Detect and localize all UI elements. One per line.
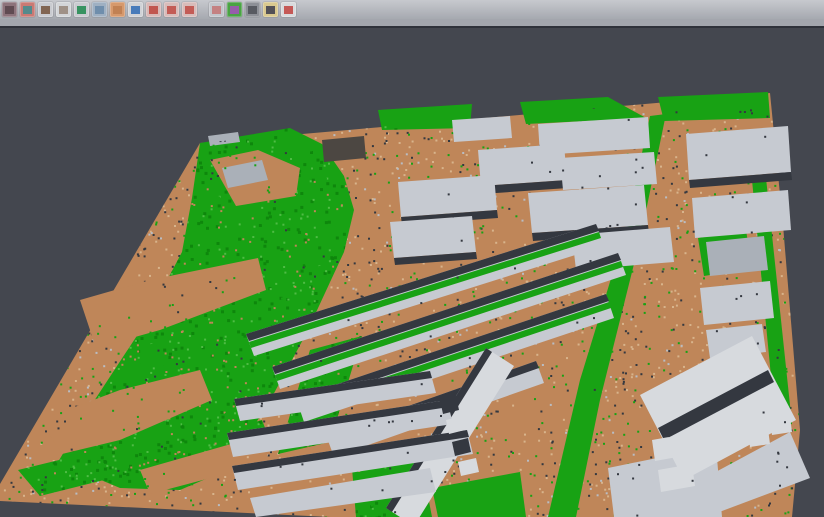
toolbar-separator bbox=[200, 2, 206, 17]
building-rc1 bbox=[700, 281, 774, 325]
toolbar-icon-group bbox=[2, 2, 296, 17]
viewport-3d-view[interactable] bbox=[0, 28, 824, 517]
properties-list-icon[interactable] bbox=[146, 2, 161, 17]
building-6 bbox=[560, 152, 657, 190]
zoom-fit-selection-icon[interactable] bbox=[182, 2, 197, 17]
axes-view-icon[interactable] bbox=[263, 2, 278, 17]
toolbar-lower-strip bbox=[0, 19, 824, 28]
open-file-icon[interactable] bbox=[2, 2, 17, 17]
building-3 bbox=[398, 175, 497, 217]
classification-colors-icon[interactable] bbox=[227, 2, 242, 17]
building-10 bbox=[692, 190, 791, 238]
mesh-terrain-icon[interactable] bbox=[38, 2, 53, 17]
save-fit-icon[interactable] bbox=[20, 2, 35, 17]
point-cloud-icon[interactable] bbox=[56, 2, 71, 17]
building-4 bbox=[390, 216, 476, 258]
globe-projection-icon[interactable] bbox=[128, 2, 143, 17]
pick-point-icon[interactable] bbox=[164, 2, 179, 17]
building-7 bbox=[528, 185, 648, 233]
small-house-2 bbox=[770, 417, 792, 435]
terrain-model-icon[interactable] bbox=[74, 2, 89, 17]
building-house-grove bbox=[322, 136, 366, 162]
panel-view-icon[interactable] bbox=[92, 2, 107, 17]
veg-top-strip-3 bbox=[658, 92, 770, 121]
main-toolbar bbox=[0, 0, 824, 19]
layers-stack-icon[interactable] bbox=[281, 2, 296, 17]
building-9 bbox=[686, 126, 791, 180]
small-house-3 bbox=[748, 429, 770, 447]
camera-render-icon[interactable] bbox=[245, 2, 260, 17]
building-11 bbox=[706, 236, 768, 276]
building-1 bbox=[452, 116, 512, 142]
clipping-box-icon[interactable] bbox=[110, 2, 125, 17]
raster-grid-icon[interactable] bbox=[209, 2, 224, 17]
